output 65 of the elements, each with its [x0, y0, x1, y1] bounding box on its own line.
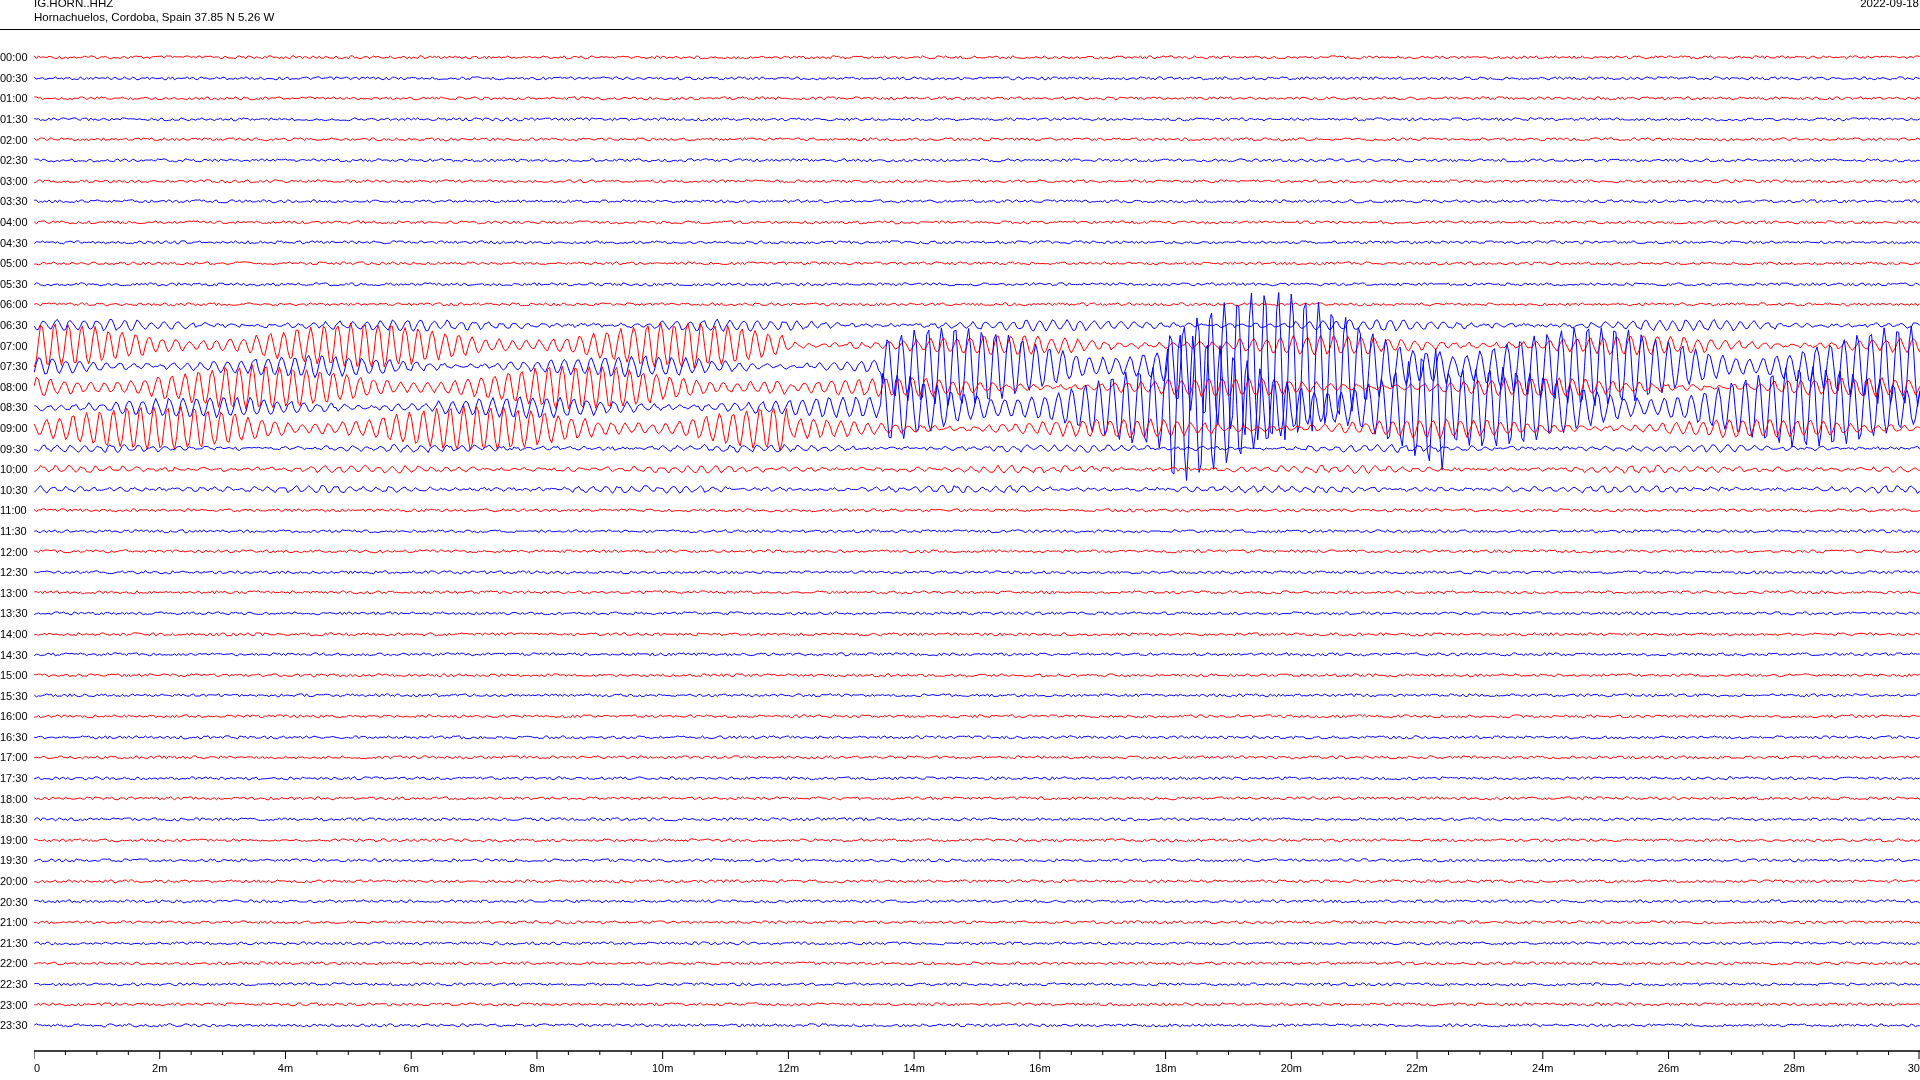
axis-tick-label: 6m: [403, 1061, 419, 1074]
row-time-label: 05:30: [0, 277, 29, 290]
axis-tick-label: 14m: [903, 1061, 925, 1074]
row-time-label: 06:00: [0, 298, 29, 311]
axis-tick-label: 0: [34, 1061, 41, 1074]
row-time-label: 23:30: [0, 1019, 29, 1032]
axis-tick-label: 20m: [1280, 1061, 1303, 1074]
axis-tick-label: 24m: [1532, 1061, 1554, 1074]
axis-tick-label: 4m: [277, 1061, 294, 1074]
row-time-label: 02:00: [0, 133, 29, 146]
row-time-label: 11:30: [0, 524, 28, 537]
row-time-label: 12:00: [0, 545, 29, 558]
axis-tick-label: 22m: [1406, 1061, 1428, 1074]
row-time-label: 22:30: [0, 978, 29, 990]
row-time-label: 03:00: [0, 174, 29, 187]
row-time-label: 19:30: [0, 854, 29, 867]
axis-tick-label: 2m: [152, 1061, 168, 1074]
row-time-label: 23:00: [0, 998, 29, 1011]
axis-tick-label: 8m: [529, 1061, 545, 1074]
row-time-label: 16:30: [0, 730, 29, 743]
row-time-label: 16:00: [0, 710, 29, 723]
axis-tick-label: 12m: [777, 1061, 800, 1074]
row-time-label: 13:00: [0, 586, 29, 599]
row-time-label: 09:00: [0, 422, 29, 434]
axis-tick-label: 16m: [1029, 1061, 1051, 1074]
row-time-label: 14:00: [0, 627, 29, 640]
row-time-label: 09:30: [0, 442, 29, 455]
row-time-label: 18:00: [0, 792, 29, 805]
row-time-label: 11:00: [0, 504, 28, 517]
row-time-label: 10:00: [0, 463, 29, 476]
axis-tick-label: 18m: [1154, 1061, 1177, 1074]
row-time-label: 14:30: [0, 648, 29, 661]
row-time-label: 06:30: [0, 319, 29, 331]
row-time-label: 07:30: [0, 360, 29, 373]
row-time-label: 05:00: [0, 257, 29, 270]
row-time-label: 22:00: [0, 957, 29, 970]
row-time-label: 00:00: [0, 51, 29, 64]
row-time-label: 01:00: [0, 92, 29, 105]
axis-tick-label: 28m: [1783, 1061, 1805, 1074]
axis-tick-label: 30: [1907, 1061, 1920, 1074]
row-time-label: 15:30: [0, 689, 29, 702]
row-time-label: 18:30: [0, 813, 29, 826]
row-time-label: 07:00: [0, 339, 29, 352]
row-time-label: 17:00: [0, 751, 29, 764]
station-location: Hornachuelos, Cordoba, Spain 37.85 N 5.26 W: [34, 10, 275, 24]
row-time-label: 04:00: [0, 216, 29, 229]
row-time-label: 20:30: [0, 895, 29, 908]
row-time-label: 21:00: [0, 916, 29, 929]
axis-tick-label: 10m: [651, 1061, 674, 1074]
row-time-label: 15:00: [0, 669, 29, 682]
row-time-label: 03:30: [0, 195, 29, 208]
axis-tick-label: 26m: [1657, 1061, 1680, 1074]
row-time-label: 00:30: [0, 71, 29, 84]
row-time-label: 01:30: [0, 113, 29, 126]
row-time-label: 08:30: [0, 401, 29, 414]
row-time-label: 19:00: [0, 833, 29, 846]
row-time-label: 10:30: [0, 483, 29, 496]
row-time-label: 02:30: [0, 154, 29, 167]
row-time-label: 04:30: [0, 236, 29, 249]
row-time-label: 21:30: [0, 936, 29, 949]
row-time-label: 08:00: [0, 380, 29, 393]
row-time-label: 12:30: [0, 566, 29, 579]
row-time-label: 20:00: [0, 875, 29, 888]
row-time-label: 17:30: [0, 772, 29, 785]
row-time-label: 13:30: [0, 607, 29, 620]
